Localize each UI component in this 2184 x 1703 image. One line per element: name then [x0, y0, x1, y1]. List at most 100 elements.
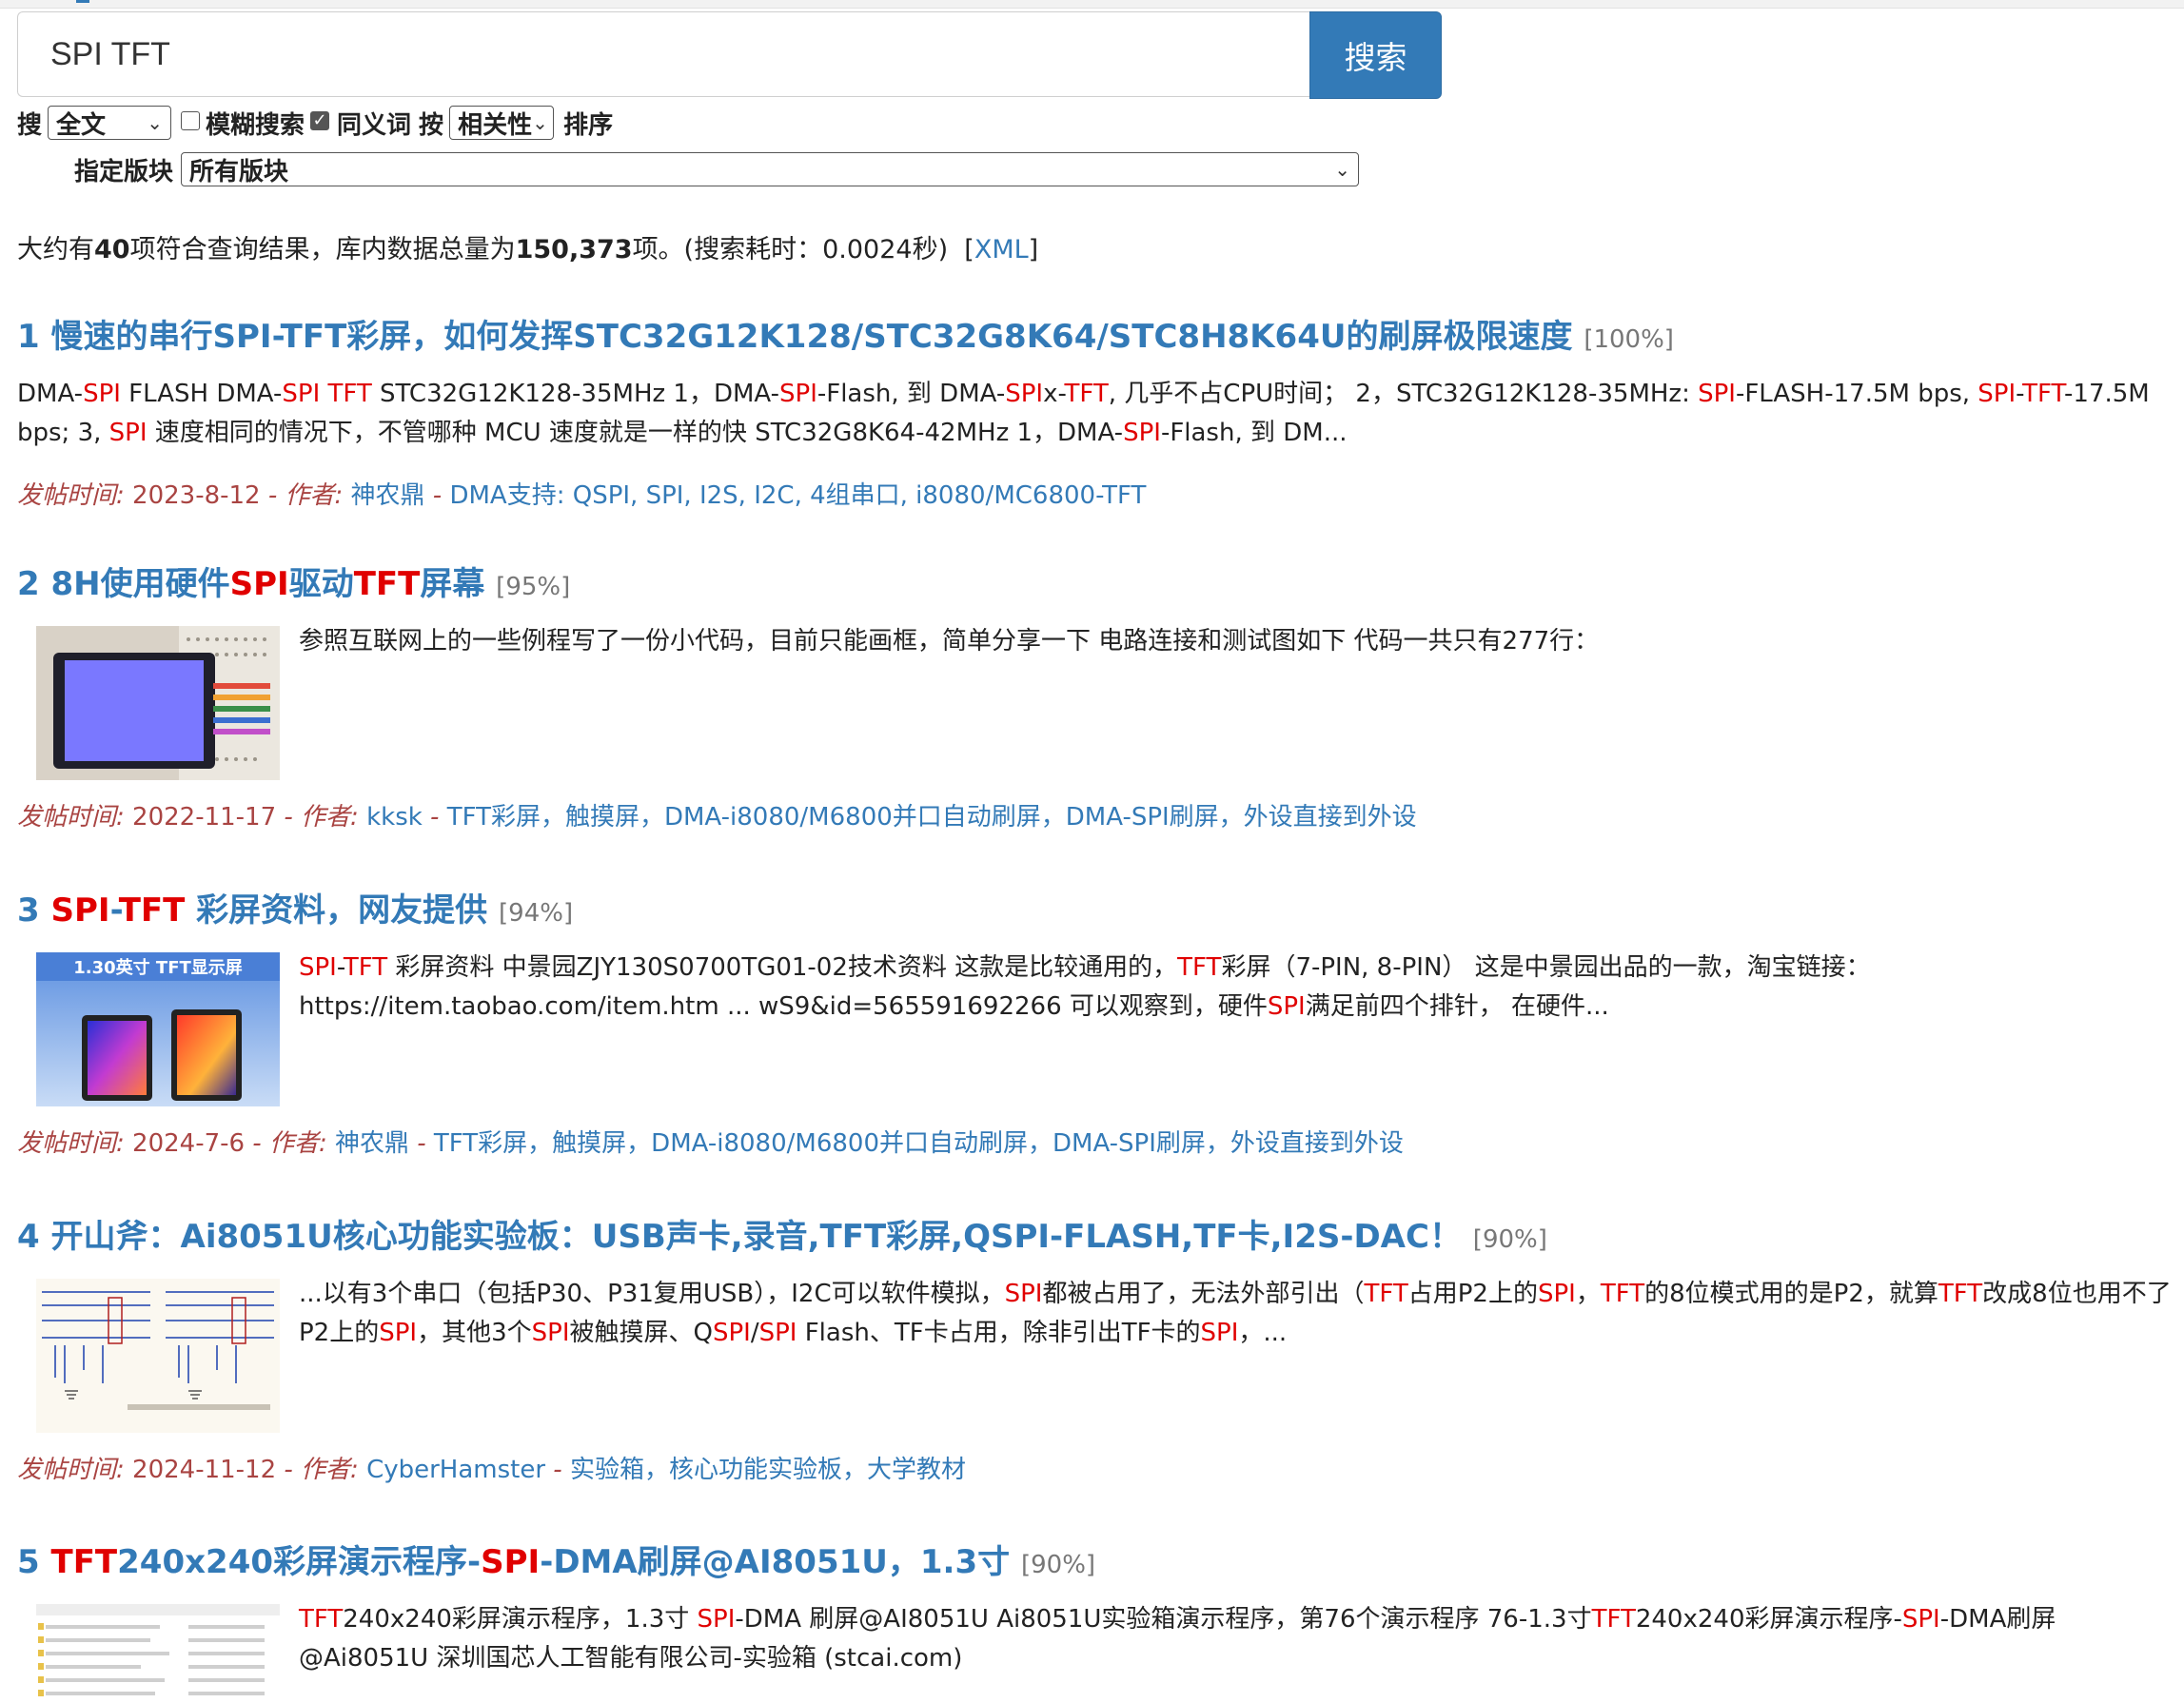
text-segment: ，其他3个: [417, 1319, 532, 1347]
xml-bracket-close: ]: [1028, 235, 1039, 264]
result-title-text: 开山斧：Ai8051U核心功能实验板：USB声卡,录音,TFT彩屏,QSPI-F…: [51, 1218, 1462, 1256]
result-snippet: SPI-TFT 彩屏资料 中景园ZJY130S0700TG01-02技术资料 这…: [299, 949, 2174, 1027]
breadboard-tft-image: [36, 626, 280, 780]
highlight-term: TFT: [327, 380, 372, 408]
result-title-link[interactable]: 4 开山斧：Ai8051U核心功能实验板：USB声卡,录音,TFT彩屏,QSPI…: [17, 1216, 2168, 1261]
meta-separator: -: [409, 1129, 434, 1158]
relevance-score: [95%]: [496, 573, 571, 601]
result-snippet: DMA-SPI FLASH DMA-SPI TFT STC32G12K128-3…: [17, 375, 2170, 453]
result-item: 4 开山斧：Ai8051U核心功能实验板：USB声卡,录音,TFT彩屏,QSPI…: [17, 1216, 2172, 1501]
text-segment: -DMA 刷屏@AI8051U Ai8051U实验箱演示程序，第76个演示程序 …: [735, 1605, 1592, 1634]
result-snippet: ...以有3个串口（包括P30、P31复用USB），I2C可以软件模拟，SPI都…: [299, 1275, 2174, 1353]
sort-select[interactable]: 相关性 ⌄: [449, 106, 555, 140]
text-segment: FLASH DMA-: [120, 380, 283, 408]
result-item: 3 SPI-TFT 彩屏资料，网友提供 [94%] 1.30英寸 TFT显示屏 …: [17, 890, 2168, 1175]
text-segment: 的8位模式用的是P2，就算: [1644, 1280, 1938, 1308]
text-segment: STC32G12K128-35MHz 1，DMA-: [371, 380, 780, 408]
highlight-term: SPI: [108, 419, 148, 447]
text-segment: 满足前四个排针， 在硬件...: [1305, 992, 1609, 1021]
fuzzy-search-checkbox[interactable]: [181, 111, 201, 130]
highlight-term: SPI: [697, 1605, 736, 1634]
board-select[interactable]: 所有版块 ⌄: [181, 152, 1360, 186]
file-list-image: [36, 1604, 280, 1703]
author-label: - 作者:: [276, 1456, 367, 1484]
highlight-term: SPI: [531, 1319, 570, 1347]
highlight-term: SPI: [758, 1319, 797, 1347]
board-link[interactable]: TFT彩屏，触摸屏，DMA-i8080/M6800并口自动刷屏，DMA-SPI刷…: [434, 1129, 1404, 1158]
result-snippet-text: ...以有3个串口（包括P30、P31复用USB），I2C可以软件模拟，SPI都…: [299, 1280, 2172, 1347]
result-thumbnail[interactable]: [36, 626, 280, 780]
relevance-score: [100%]: [1584, 325, 1674, 354]
result-title-text: 慢速的串行SPI-TFT彩屏，如何发挥STC32G12K128/STC32G8K…: [51, 318, 1573, 356]
summary-prefix: 大约有: [17, 235, 94, 264]
highlight-term: SPI: [1123, 419, 1161, 447]
result-number: 4: [17, 1218, 40, 1256]
synonym-checkbox[interactable]: ✓: [310, 111, 330, 130]
author-link[interactable]: 神农鼎: [351, 481, 425, 510]
result-number: 3: [17, 891, 40, 930]
highlight-term: SPI: [1200, 1319, 1239, 1347]
highlight-term: TFT: [1364, 1280, 1408, 1308]
highlight-term: SPI: [1005, 380, 1044, 408]
author-link[interactable]: CyberHamster: [366, 1456, 545, 1484]
result-title-link[interactable]: 2 8H使用硬件SPI驱动TFT屏幕 [95%]: [17, 563, 2168, 608]
highlight-term: SPI: [229, 565, 289, 603]
author-label: - 作者:: [260, 481, 351, 510]
author-link[interactable]: 神农鼎: [335, 1129, 409, 1158]
highlight-term: TFT: [353, 565, 421, 603]
highlight-term: TFT: [1064, 380, 1109, 408]
top-bar: [0, 0, 2184, 9]
result-title-link[interactable]: 3 SPI-TFT 彩屏资料，网友提供 [94%]: [17, 890, 2168, 934]
result-thumbnail[interactable]: [36, 1604, 280, 1703]
highlight-term: SPI: [1901, 1605, 1940, 1634]
result-snippet-text: 参照互联网上的一些例程写了一份小代码，目前只能画框，简单分享一下 电路连接和测试…: [299, 627, 1599, 656]
highlight-term: SPI: [1267, 992, 1306, 1021]
post-date: 2023-8-12: [132, 481, 261, 510]
text-segment: 占用P2上的: [1407, 1280, 1538, 1308]
highlight-term: SPI: [1977, 380, 2017, 408]
text-segment: 240x240彩屏演示程序-: [1635, 1605, 1902, 1634]
text-segment: [320, 380, 327, 408]
result-title-link[interactable]: 1 慢速的串行SPI-TFT彩屏，如何发挥STC32G12K128/STC32G…: [17, 316, 2168, 361]
result-title-text: TFT240x240彩屏演示程序-SPI-DMA刷屏@AI8051U，1.3寸: [51, 1543, 1011, 1581]
text-segment: Flash、TF卡占用，除非引出TF卡的: [797, 1319, 1201, 1347]
result-thumbnail[interactable]: [36, 1279, 280, 1433]
search-button[interactable]: 搜索: [1309, 11, 1442, 99]
highlight-term: SPI: [282, 380, 321, 408]
text-segment: 参照互联网上的一些例程写了一份小代码，目前只能画框，简单分享一下 电路连接和测试…: [299, 627, 1600, 656]
highlight-term: TFT: [2022, 380, 2065, 408]
text-segment: 240x240彩屏演示程序，1.3寸: [343, 1605, 698, 1634]
text-segment: 彩屏资料 中景园ZJY130S0700TG01-02技术资料 这款是比较通用的，: [387, 953, 1178, 982]
board-select-value: 所有版块: [189, 157, 289, 186]
result-title-link[interactable]: 5 TFT240x240彩屏演示程序-SPI-DMA刷屏@AI8051U，1.3…: [17, 1541, 2168, 1586]
board-link[interactable]: TFT彩屏，触摸屏，DMA-i8080/M6800并口自动刷屏，DMA-SPI刷…: [447, 803, 1417, 832]
search-input[interactable]: [17, 11, 1309, 97]
text-segment: 屏幕: [420, 565, 485, 603]
highlight-term: TFT: [1600, 1280, 1645, 1308]
result-snippet-text: SPI-TFT 彩屏资料 中景园ZJY130S0700TG01-02技术资料 这…: [299, 953, 1871, 1021]
xml-link[interactable]: XML: [974, 235, 1029, 264]
top-bar-indicator: [76, 0, 89, 3]
author-link[interactable]: kksk: [366, 803, 423, 832]
search-options: 搜 全文 ⌄ 模糊搜索 ✓ 同义词 按 相关性 ⌄ 排序: [17, 105, 613, 141]
highlight-term: SPI: [1698, 380, 1736, 408]
post-time-label: 发帖时间:: [17, 481, 133, 510]
post-date: 2024-11-12: [132, 1456, 277, 1484]
highlight-term: TFT: [1938, 1280, 1983, 1308]
xml-bracket-open: [: [964, 235, 974, 264]
post-date: 2022-11-17: [132, 803, 277, 832]
text-segment: ...以有3个串口（包括P30、P31复用USB），I2C可以软件模拟，: [299, 1280, 1005, 1308]
board-link[interactable]: DMA支持: QSPI, SPI, I2S, I2C, 4组串口, i8080/…: [449, 481, 1146, 510]
text-segment: DMA-: [17, 380, 84, 408]
scope-select[interactable]: 全文 ⌄: [48, 106, 172, 140]
result-snippet-text: TFT240x240彩屏演示程序，1.3寸 SPI-DMA 刷屏@AI8051U…: [299, 1605, 2056, 1673]
result-meta: 发帖时间: 2024-11-12 - 作者: CyberHamster - 实验…: [17, 1450, 966, 1485]
highlight-term: SPI: [379, 1319, 418, 1347]
search-scope-label: 搜: [17, 110, 43, 140]
post-time-label: 发帖时间:: [17, 1129, 133, 1158]
text-segment: 慢速的串行SPI-TFT彩屏，如何发挥STC32G12K128/STC32G8K…: [50, 318, 1573, 356]
result-thumbnail[interactable]: 1.30英寸 TFT显示屏: [36, 952, 280, 1106]
text-segment: -: [109, 891, 119, 930]
search-bar: 搜索: [17, 11, 1445, 99]
board-link[interactable]: 实验箱，核心功能实验板，大学教材: [570, 1456, 966, 1484]
